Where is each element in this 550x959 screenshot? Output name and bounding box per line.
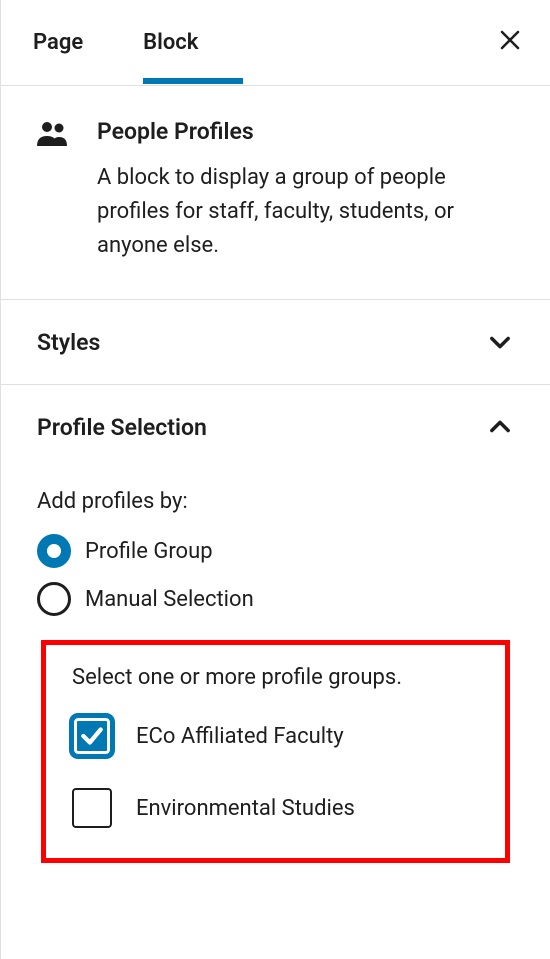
block-header: People Profiles A block to display a gro… bbox=[1, 86, 550, 300]
checkbox-environmental-studies[interactable]: Environmental Studies bbox=[72, 788, 479, 828]
section-profile-selection-header[interactable]: Profile Selection bbox=[1, 385, 550, 469]
profile-selection-body: Add profiles by: Profile Group Manual Se… bbox=[1, 469, 550, 863]
chevron-up-icon bbox=[486, 413, 514, 441]
checkbox-eco-affiliated-faculty[interactable]: ECo Affiliated Faculty bbox=[72, 716, 479, 756]
block-description: A block to display a group of people pro… bbox=[97, 161, 514, 263]
tab-page[interactable]: Page bbox=[33, 2, 99, 83]
chevron-down-icon bbox=[486, 328, 514, 356]
block-title: People Profiles bbox=[97, 118, 514, 145]
profile-groups-selector: Select one or more profile groups. ECo A… bbox=[41, 640, 510, 863]
close-icon[interactable] bbox=[498, 28, 522, 58]
section-styles-header[interactable]: Styles bbox=[1, 300, 550, 385]
profile-groups-help: Select one or more profile groups. bbox=[72, 665, 479, 690]
checkbox-icon bbox=[72, 788, 112, 828]
radio-label: Manual Selection bbox=[85, 587, 254, 612]
tab-block[interactable]: Block bbox=[143, 2, 214, 83]
radio-profile-group[interactable]: Profile Group bbox=[37, 534, 514, 568]
add-profiles-by-label: Add profiles by: bbox=[37, 489, 514, 514]
radio-label: Profile Group bbox=[85, 539, 213, 564]
section-styles-title: Styles bbox=[37, 329, 100, 356]
checkbox-icon bbox=[72, 716, 112, 756]
checkbox-label: ECo Affiliated Faculty bbox=[136, 724, 344, 749]
checkbox-label: Environmental Studies bbox=[136, 796, 355, 821]
section-profile-selection-title: Profile Selection bbox=[37, 414, 207, 441]
radio-icon bbox=[37, 582, 71, 616]
inspector-tabs: Page Block bbox=[1, 0, 550, 86]
radio-icon bbox=[37, 534, 71, 568]
radio-manual-selection[interactable]: Manual Selection bbox=[37, 582, 514, 616]
people-icon bbox=[37, 120, 69, 152]
